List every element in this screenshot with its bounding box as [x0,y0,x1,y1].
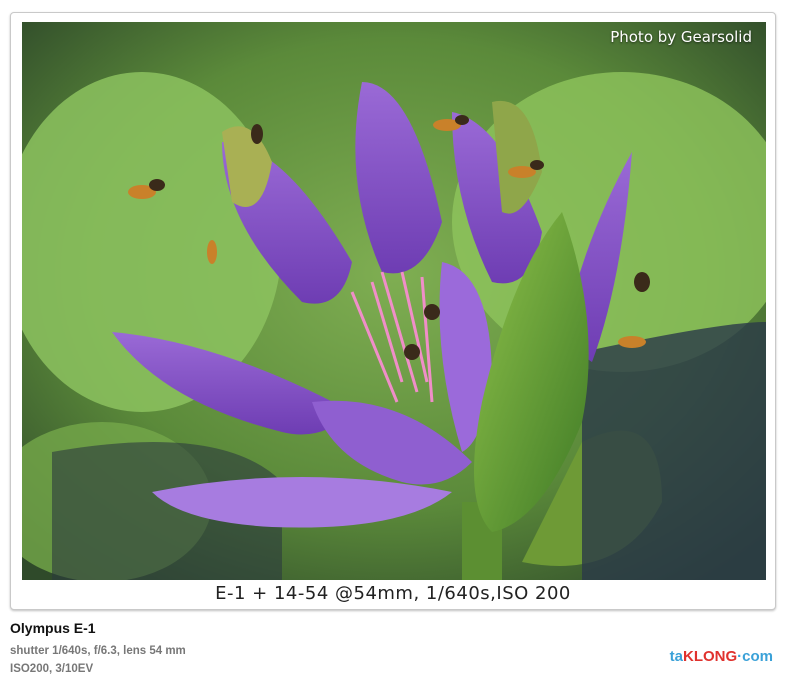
iso-details: ISO200, 3/10EV [10,663,94,675]
exposure-details: shutter 1/640s, f/6.3, lens 54 mm [10,645,186,657]
camera-model: Olympus E-1 [10,620,96,636]
photo-credit: Photo by Gearsolid [610,28,752,46]
taklong-logo: taKLONG·com [669,648,773,665]
photo-caption: E-1 + 14-54 @54mm, 1/640s,ISO 200 [215,583,571,604]
camera-info: Olympus E-1 shutter 1/640s, f/6.3, lens … [10,620,186,678]
flower-photo: Photo by Gearsolid [22,22,766,580]
photo-frame: Photo by Gearsolid E-1 + 14-54 @54mm, 1/… [10,12,776,610]
water-lily-image [22,22,766,580]
